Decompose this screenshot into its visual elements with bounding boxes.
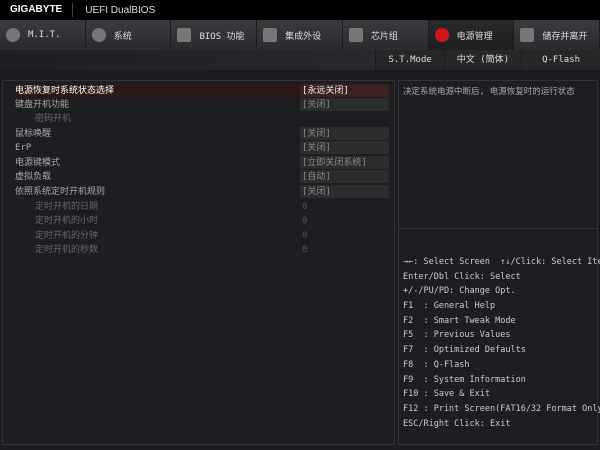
setting-rtc-wake[interactable]: 依照系统定时开机规则 [关闭] [15,185,391,199]
setting-label: ErP [15,143,32,153]
settings-panel: 电源恢复时系统状态选择 [永远关闭] 键盘开机功能 [关闭] 密码开机 鼠标唤醒 [关… [2,80,395,445]
setting-power-on-by-keyboard[interactable]: 键盘开机功能 [关闭] [15,98,391,112]
setting-value[interactable]: [自动] [300,170,389,183]
tab-peripherals[interactable]: 集成外设 [257,20,343,50]
key-hint: F1 : General Help [403,301,496,312]
setting-value[interactable]: [关闭] [300,98,389,111]
setting-power-button-mode[interactable]: 电源键模式 [立即关闭系统] [15,156,391,170]
disc-icon [6,28,20,42]
exit-icon [520,28,535,42]
setting-value[interactable]: [立即关闭系统] [300,156,389,169]
tab-save-exit[interactable]: 储存并离开 [514,20,600,50]
setting-value: 0 [302,202,308,212]
key-hint: F8 : Q-Flash [403,359,470,370]
setting-value[interactable]: [永远关闭] [300,84,389,97]
setting-label: 键盘开机功能 [15,100,70,110]
setting-value: 0 [302,231,308,241]
tab-label: M.I.T. [28,30,61,40]
tab-mit[interactable]: M.I.T. [0,20,86,50]
title-bar: GIGABYTE UEFI DualBIOS [0,0,600,20]
tab-label: 储存并离开 [542,31,588,42]
setting-wake-minute: 定时开机的分钟 0 [15,229,391,243]
app-title: UEFI DualBIOS [85,4,156,16]
setting-label: 定时开机的日期 [35,202,99,212]
setting-value: 0 [302,216,308,226]
setting-label: 定时开机的小时 [35,216,99,226]
language-button[interactable]: 中文 (簡体) [443,50,522,70]
st-mode-button[interactable]: S.T.Mode [375,50,444,70]
setting-label: 电源键模式 [15,158,61,168]
setting-label: 电源恢复时系统状态选择 [15,86,115,96]
setting-wake-hour: 定时开机的小时 0 [15,214,391,228]
setting-mouse-wake[interactable]: 鼠标唤醒 [关闭] [15,127,391,141]
setting-dummy-load[interactable]: 虚拟负载 [自动] [15,170,391,184]
key-hint: Enter/Dbl Click: Select [403,271,521,282]
key-legend: →←: Select Screen ↑↓/Click: Select Item … [403,257,600,433]
gear-icon [91,28,106,42]
tab-system[interactable]: 系统 [85,20,172,50]
chip-icon [348,28,363,42]
qflash-button[interactable]: Q-Flash [521,50,600,70]
setting-label: 定时开机的秒数 [35,245,99,255]
main-tabs: M.I.T. 系统 BIOS 功能 集成外设 芯片组 电源管理 储存并离开 [0,20,600,50]
key-hint: F9 : System Information [403,374,526,385]
setting-power-on-password: 密码开机 [15,112,391,126]
setting-label: 依照系统定时开机规则 [15,187,106,197]
tab-chipset[interactable]: 芯片组 [342,20,429,50]
key-hint: F12 : Print Screen(FAT16/32 Format Only) [403,403,600,414]
setting-ac-back[interactable]: 电源恢复时系统状态选择 [永远关闭] [15,84,391,98]
peripheral-icon [263,28,278,42]
sub-toolbar: S.T.Mode 中文 (簡体) Q-Flash [0,50,600,70]
tab-label: 系统 [113,31,132,42]
bios-icon [177,28,192,42]
setting-value[interactable]: [关闭] [300,185,389,198]
tab-label: 芯片组 [370,31,398,42]
key-hint: F10 : Save & Exit [403,389,490,400]
key-hint: F5 : Previous Values [403,330,511,341]
help-description: 决定系统电源中断后, 电源恢复时的运行状态 [399,81,597,229]
setting-label: 定时开机的分钟 [35,231,99,241]
setting-value[interactable]: [关闭] [300,127,389,140]
key-hint: →←: Select Screen ↑↓/Click: Select Item [403,257,600,267]
key-hint: F2 : Smart Tweak Mode [403,315,516,326]
setting-value[interactable]: [关闭] [300,141,389,154]
brand-logo: GIGABYTE [0,3,74,17]
power-icon [434,28,449,42]
tab-label: 集成外设 [285,31,322,42]
tab-label: 电源管理 [456,31,493,42]
setting-label: 虚拟负载 [15,172,52,182]
setting-label: 鼠标唤醒 [15,129,52,139]
setting-erp[interactable]: ErP [关闭] [15,141,391,155]
setting-wake-second: 定时开机的秒数 0 [15,243,391,257]
tab-power[interactable]: 电源管理 [428,20,515,50]
key-hint: F7 : Optimized Defaults [403,345,526,356]
setting-label: 密码开机 [35,114,72,124]
tab-bios[interactable]: BIOS 功能 [171,20,258,50]
key-hint: ESC/Right Click: Exit [403,418,511,429]
setting-value: 0 [302,245,308,255]
tab-label: BIOS 功能 [199,31,245,42]
help-panel: 决定系统电源中断后, 电源恢复时的运行状态 →←: Select Screen … [398,80,600,445]
key-hint: +/-/PU/PD: Change Opt. [403,286,516,297]
setting-wake-date: 定时开机的日期 0 [15,200,391,214]
